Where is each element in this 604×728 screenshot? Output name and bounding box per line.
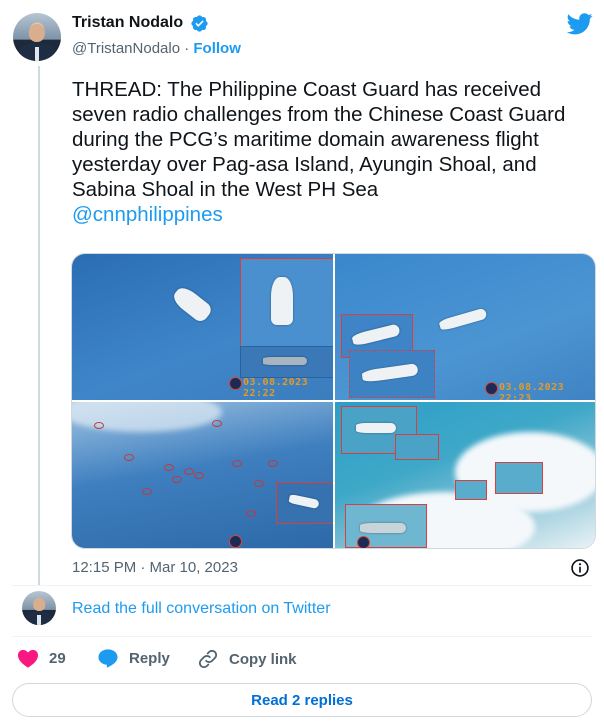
copy-link-label: Copy link [229,650,297,668]
photo-3[interactable] [72,402,333,548]
tweet-card: Tristan Nodalo @TristanNodalo · Follow T… [0,0,604,728]
info-icon[interactable] [570,558,590,578]
author-avatar-small[interactable] [22,591,56,625]
twitter-bird-icon[interactable] [567,13,593,35]
heart-icon [18,649,38,668]
separator-dot: · [184,40,190,57]
author-name[interactable]: Tristan Nodalo [72,14,183,32]
author-handle-row: @TristanNodalo · Follow [72,40,241,57]
author-handle[interactable]: @TristanNodalo [72,40,180,57]
reply-bubble-icon [98,649,118,668]
divider [12,636,592,637]
media-grid[interactable]: 03.08.2023 22:22 03.08.2023 22:23 [71,253,596,549]
reply-label: Reply [129,649,170,667]
tweet-body: THREAD: The Philippine Coast Guard has r… [72,78,566,201]
verified-badge-icon [191,15,208,32]
tweet-timestamp[interactable]: 12:15 PM · Mar 10, 2023 [72,559,238,576]
photo-1[interactable]: 03.08.2023 22:22 [72,254,333,400]
thread-line [38,66,40,586]
reply-button[interactable]: Reply [97,648,170,668]
read-replies-button[interactable]: Read 2 replies [12,683,592,717]
tweet-text: THREAD: The Philippine Coast Guard has r… [72,77,594,227]
author-avatar[interactable] [13,13,61,61]
divider [12,585,592,586]
likes-count: 29 [49,649,66,667]
photo-timestamp: 03.08.2023 22:22 [243,377,309,399]
like-button[interactable]: 29 [17,648,66,668]
follow-link[interactable]: Follow [193,40,241,57]
photo-4[interactable] [335,402,595,548]
photo-2[interactable]: 03.08.2023 22:23 [335,254,595,400]
photo-timestamp: 03.08.2023 22:23 [499,382,565,400]
link-icon [198,649,218,669]
mention-link[interactable]: @cnnphilippines [72,202,594,227]
read-conversation-link[interactable]: Read the full conversation on Twitter [72,600,331,618]
copy-link-button[interactable]: Copy link [197,648,297,670]
